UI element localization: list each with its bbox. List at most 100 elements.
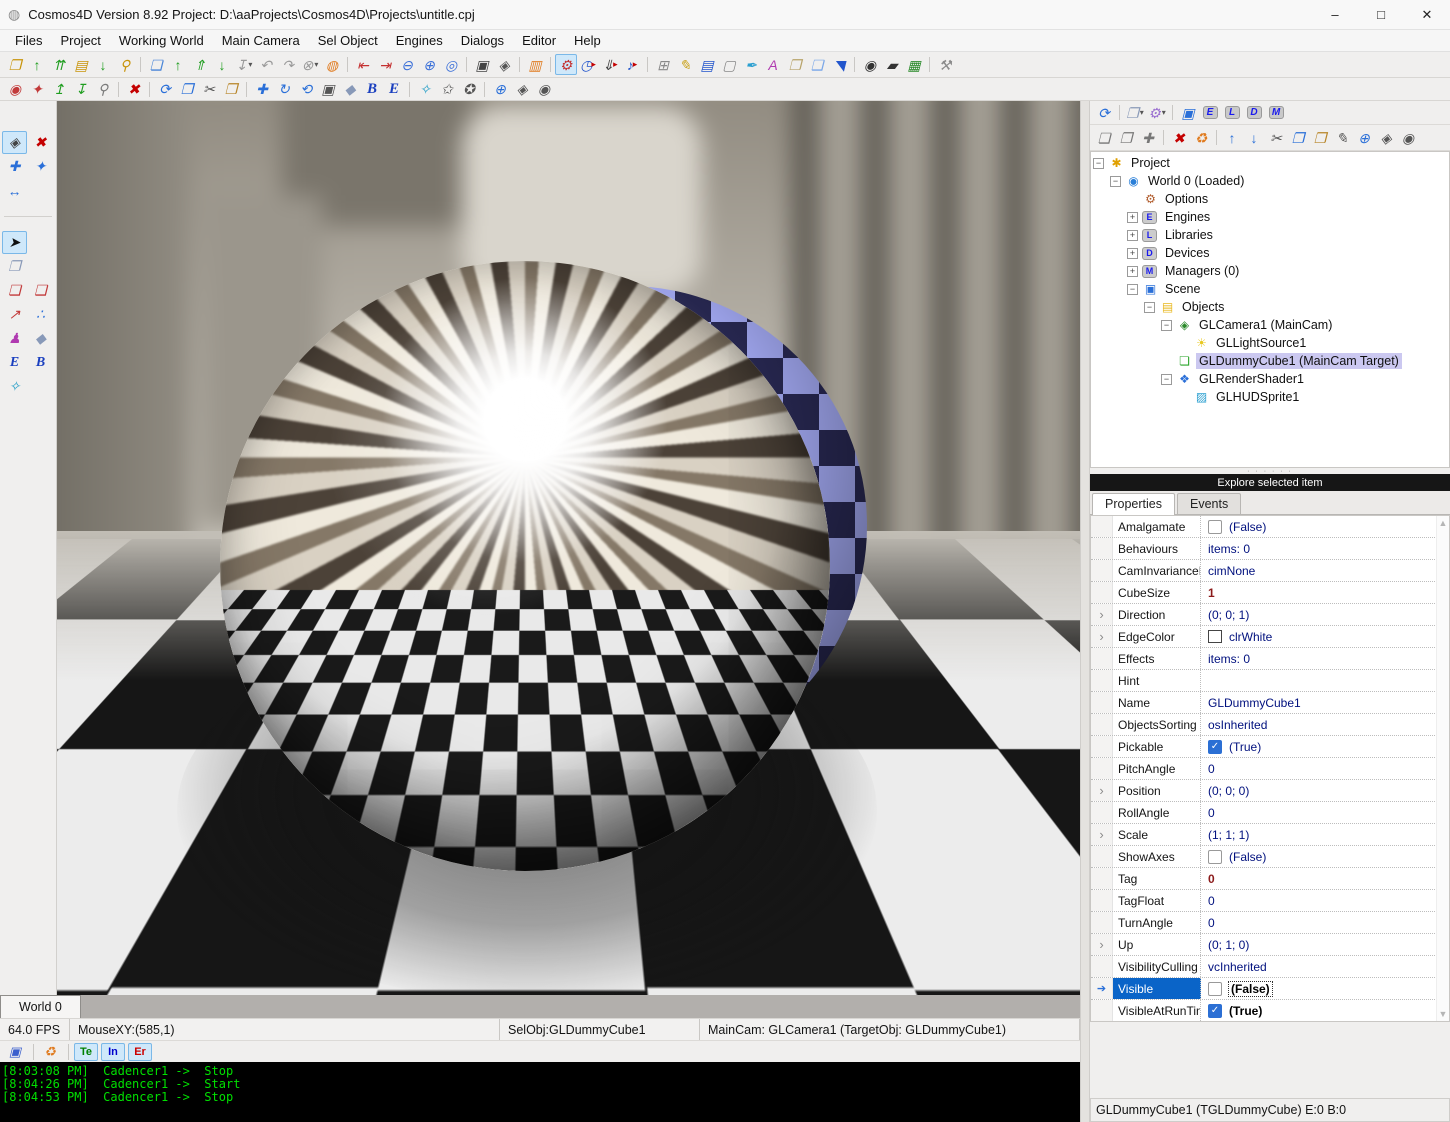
rotate-free-icon[interactable]: ⟲ <box>295 79 317 100</box>
cube-blue-icon[interactable]: ❑ <box>806 54 828 75</box>
panel-splitter[interactable] <box>1080 101 1090 1122</box>
resize-width-icon[interactable]: ⇤ <box>352 54 374 75</box>
cadencer-run-icon[interactable]: ◷ <box>577 54 599 75</box>
world-close-icon[interactable]: ⊗ <box>299 54 321 75</box>
world-back-icon[interactable]: ↶ <box>255 54 277 75</box>
RollAngle[interactable]: RollAngle 0 <box>1091 802 1449 824</box>
reload-world-icon[interactable]: ⇑ <box>189 54 211 75</box>
wand-add-icon[interactable]: ✩ <box>436 79 458 100</box>
property-name[interactable]: Behaviours <box>1113 538 1201 559</box>
cut-icon[interactable]: ✂ <box>198 79 220 100</box>
world-delete-icon[interactable]: ◍ <box>321 54 343 75</box>
eye-icon[interactable]: ◉ <box>533 79 555 100</box>
tree-item-project[interactable]: − ✱ Project <box>1091 154 1449 172</box>
property-value[interactable]: items: 0 <box>1201 538 1449 559</box>
property-name[interactable]: Effects <box>1113 648 1201 669</box>
ShowAxes[interactable]: ShowAxes (False) <box>1091 846 1449 868</box>
world-forward-icon[interactable]: ↷ <box>277 54 299 75</box>
scroll-up-icon[interactable]: ▲ <box>1439 518 1448 528</box>
cube-push-icon[interactable]: ❏ <box>2 279 27 302</box>
new-object-icon[interactable]: ❏ <box>1093 127 1115 148</box>
Visible[interactable]: Visible (False) <box>1091 978 1449 1000</box>
EdgeColor[interactable]: EdgeColor clrWhite <box>1091 626 1449 648</box>
property-value[interactable]: GLDummyCube1 <box>1201 692 1449 713</box>
TurnAngle[interactable]: TurnAngle 0 <box>1091 912 1449 934</box>
close-button[interactable]: ✕ <box>1404 0 1450 29</box>
Position[interactable]: Position (0; 0; 0) <box>1091 780 1449 802</box>
loader-run-icon[interactable]: ⇓ <box>599 54 621 75</box>
object-find-icon[interactable]: ⚲ <box>92 79 114 100</box>
property-grid-scrollbar[interactable]: ▲ ▼ <box>1436 516 1449 1021</box>
minimize-button[interactable]: – <box>1312 0 1358 29</box>
copy-icon[interactable]: ❐ <box>176 79 198 100</box>
book-editor-icon[interactable]: ▤ <box>696 54 718 75</box>
tools-icon[interactable]: ⚒ <box>934 54 956 75</box>
zoom-out-icon[interactable]: ⊖ <box>396 54 418 75</box>
save-project-icon[interactable]: ▤ <box>70 54 92 75</box>
sound-run-icon[interactable]: ♪ <box>621 54 643 75</box>
menu-item[interactable]: Editor <box>513 31 565 50</box>
Tag[interactable]: Tag 0 <box>1091 868 1449 890</box>
checkbox[interactable] <box>1208 740 1222 754</box>
paste-icon[interactable]: ❒ <box>220 79 242 100</box>
property-value[interactable]: (0; 0; 1) <box>1201 604 1449 625</box>
tree-item-glhudsprite1[interactable]: ▨ GLHUDSprite1 <box>1091 388 1449 406</box>
photo-camera-icon[interactable]: ◉ <box>859 54 881 75</box>
tree-item-glrendershader1[interactable]: − ❖ GLRenderShader1 <box>1091 370 1449 388</box>
find-project-icon[interactable]: ⚲ <box>114 54 136 75</box>
viewport-3d[interactable] <box>57 101 1080 995</box>
scene-monitor-icon[interactable]: ▣ <box>1177 102 1199 123</box>
menu-item[interactable]: Sel Object <box>309 31 387 50</box>
PitchAngle[interactable]: PitchAngle 0 <box>1091 758 1449 780</box>
menu-item[interactable]: Dialogs <box>452 31 513 50</box>
cam-orbit-icon[interactable]: ◈ <box>2 131 27 154</box>
bold-b-icon[interactable]: B <box>361 79 383 100</box>
delete-node-icon[interactable]: ✖ <box>1168 127 1190 148</box>
tree-refresh-icon[interactable]: ⟳ <box>1093 102 1115 123</box>
property-name[interactable]: Hint <box>1113 670 1201 691</box>
boomerang-icon[interactable]: ◥ <box>828 54 850 75</box>
property-value[interactable]: cimNone <box>1201 560 1449 581</box>
property-name[interactable]: Position <box>1113 780 1201 801</box>
property-name[interactable]: Amalgamate <box>1113 516 1201 537</box>
object-save-icon[interactable]: ↧ <box>70 79 92 100</box>
tree-expand-toggle[interactable]: + <box>1127 248 1138 259</box>
menu-item[interactable]: Working World <box>110 31 213 50</box>
Name[interactable]: Name GLDummyCube1 <box>1091 692 1449 714</box>
property-name[interactable]: PitchAngle <box>1113 758 1201 779</box>
download-world-icon[interactable]: ↓ <box>211 54 233 75</box>
avatar-load-icon[interactable]: ✦ <box>26 79 48 100</box>
property-value[interactable]: (False) <box>1201 846 1449 867</box>
property-name[interactable]: TurnAngle <box>1113 912 1201 933</box>
tree-item-gllightsource1[interactable]: ☀ GLLightSource1 <box>1091 334 1449 352</box>
title-bar[interactable]: ◍ Cosmos4D Version 8.92 Project: D:\aaPr… <box>0 0 1450 30</box>
paint-bucket-icon[interactable]: ◆ <box>339 79 361 100</box>
cube-copy-icon[interactable]: ❐ <box>2 255 27 278</box>
paint-bucket2-icon[interactable]: ◆ <box>28 327 53 350</box>
camera-node-icon[interactable]: ◈ <box>1375 127 1397 148</box>
property-name[interactable]: ShowAxes <box>1113 846 1201 867</box>
tab-properties[interactable]: Properties <box>1092 493 1175 515</box>
property-name[interactable]: Up <box>1113 934 1201 955</box>
property-name[interactable]: CamInvarianceM <box>1113 560 1201 581</box>
tree-expand-toggle[interactable]: + <box>1127 266 1138 277</box>
unload-world-icon[interactable]: ↧ <box>233 54 255 75</box>
property-name[interactable]: TagFloat <box>1113 890 1201 911</box>
edit-pencil-icon[interactable]: ✎ <box>1331 127 1353 148</box>
property-value[interactable]: 0 <box>1201 802 1449 823</box>
tree-expand-toggle[interactable]: − <box>1110 176 1121 187</box>
cam-delete-icon[interactable]: ✖ <box>28 131 53 154</box>
TagFloat[interactable]: TagFloat 0 <box>1091 890 1449 912</box>
property-name[interactable]: Scale <box>1113 824 1201 845</box>
refresh-icon[interactable]: ⟳ <box>154 79 176 100</box>
tree-expand-toggle[interactable]: − <box>1093 158 1104 169</box>
tree-item-objects[interactable]: − ▤ Objects <box>1091 298 1449 316</box>
VisibilityCulling[interactable]: VisibilityCulling vcInherited <box>1091 956 1449 978</box>
pen-editor-icon[interactable]: ✒ <box>740 54 762 75</box>
property-value[interactable]: 0 <box>1201 912 1449 933</box>
export-object-icon[interactable]: ❐ <box>1115 127 1137 148</box>
reopen-project-icon[interactable]: ⇈ <box>48 54 70 75</box>
windows-grid-icon[interactable]: ⊞ <box>652 54 674 75</box>
tab-world0[interactable]: World 0 <box>0 995 81 1018</box>
target-node-icon[interactable]: ⊕ <box>1353 127 1375 148</box>
